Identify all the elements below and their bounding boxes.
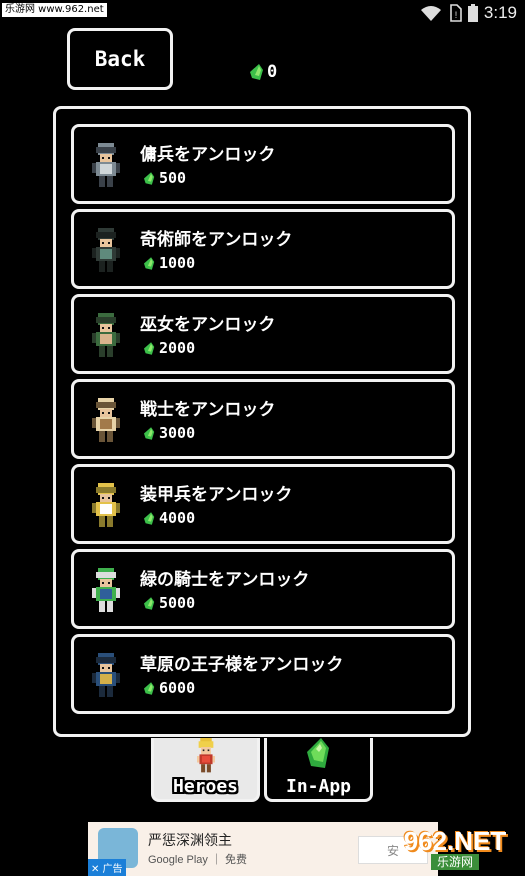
hero-cost-value: 1000	[159, 254, 196, 272]
gem-icon	[144, 256, 155, 270]
warrior-sprite	[92, 398, 120, 442]
prairie-prince-sprite	[92, 653, 120, 697]
hero-cost-value: 6000	[159, 679, 196, 697]
screen: 乐游网 www.962.net ! 3:19 Back 0 傭兵をアンロック 5…	[0, 0, 525, 876]
hero-name: 緑の騎士をアンロック	[140, 570, 310, 590]
hero-row[interactable]: 装甲兵をアンロック 4000	[71, 464, 455, 544]
status-icons: ! 3:19	[420, 2, 517, 24]
svg-text:!: !	[455, 10, 458, 20]
gem-icon	[144, 171, 155, 185]
hero-cost-value: 500	[159, 169, 187, 187]
status-bar: 乐游网 www.962.net ! 3:19	[0, 0, 525, 26]
gem-counter: 0	[250, 62, 277, 82]
armored-soldier-sprite	[92, 483, 120, 527]
hero-cost: 1000	[144, 254, 195, 272]
watermark-site-name: 乐游网	[430, 854, 479, 870]
tab-heroes[interactable]: Heroes	[151, 738, 260, 802]
hero-name: 奇術師をアンロック	[140, 230, 293, 250]
hero-cost: 3000	[144, 424, 195, 442]
gem-icon	[306, 738, 329, 768]
ad-badge[interactable]: ✕ 广告	[88, 859, 126, 876]
hero-row[interactable]: 草原の王子様をアンロック 6000	[71, 634, 455, 714]
gem-icon	[144, 681, 155, 695]
hero-icon	[196, 738, 215, 773]
hero-cost-value: 5000	[159, 594, 196, 612]
battery-icon	[467, 4, 478, 22]
ad-banner[interactable]: 严惩深渊领主 Google Play ｜ 免费 ✕ 广告 安	[88, 822, 438, 876]
hero-name: 装甲兵をアンロック	[140, 485, 293, 505]
hero-unlock-panel: 傭兵をアンロック 500 奇術師をアンロック 1000 巫女をアンロック 2000 戦士をア…	[53, 106, 471, 737]
hero-cost-value: 2000	[159, 339, 196, 357]
gem-count: 0	[267, 62, 278, 82]
hero-row[interactable]: 奇術師をアンロック 1000	[71, 209, 455, 289]
gem-icon	[144, 596, 155, 610]
ad-subtitle: Google Play ｜ 免费	[148, 854, 248, 866]
hero-cost: 2000	[144, 339, 195, 357]
back-button[interactable]: Back	[67, 28, 173, 90]
hero-cost: 6000	[144, 679, 195, 697]
hero-row[interactable]: 巫女をアンロック 2000	[71, 294, 455, 374]
tab-in-app[interactable]: In-App	[264, 738, 373, 802]
tab-in-app-label: In-App	[285, 776, 352, 797]
wifi-icon	[420, 6, 441, 21]
hero-cost: 5000	[144, 594, 195, 612]
bottom-watermark: 962.NET 乐游网	[390, 826, 520, 872]
hero-cost: 500	[144, 169, 186, 187]
hero-row[interactable]: 緑の騎士をアンロック 5000	[71, 549, 455, 629]
back-button-label: Back	[94, 47, 146, 71]
hero-name: 草原の王子様をアンロック	[140, 655, 344, 675]
hero-name: 傭兵をアンロック	[140, 145, 276, 165]
no-sim-icon: !	[450, 4, 462, 22]
top-watermark: 乐游网 www.962.net	[2, 3, 107, 17]
hero-row[interactable]: 戦士をアンロック 3000	[71, 379, 455, 459]
ad-title: 严惩深渊领主	[148, 833, 232, 849]
hero-name: 戦士をアンロック	[140, 400, 276, 420]
magician-sprite	[92, 228, 120, 272]
clock: 3:19	[483, 3, 517, 22]
shrine-maiden-sprite	[92, 313, 120, 357]
gem-icon	[144, 426, 155, 440]
green-knight-sprite	[92, 568, 120, 612]
watermark-logo-text: 962.NET	[403, 826, 507, 856]
hero-row[interactable]: 傭兵をアンロック 500	[71, 124, 455, 204]
hero-name: 巫女をアンロック	[140, 315, 276, 335]
hero-cost-value: 4000	[159, 509, 196, 527]
hero-cost: 4000	[144, 509, 195, 527]
mercenary-sprite	[92, 143, 120, 187]
gem-icon	[144, 511, 155, 525]
gem-icon	[250, 64, 263, 80]
hero-cost-value: 3000	[159, 424, 196, 442]
gem-icon	[144, 341, 155, 355]
tab-heroes-label: Heroes	[172, 776, 239, 797]
